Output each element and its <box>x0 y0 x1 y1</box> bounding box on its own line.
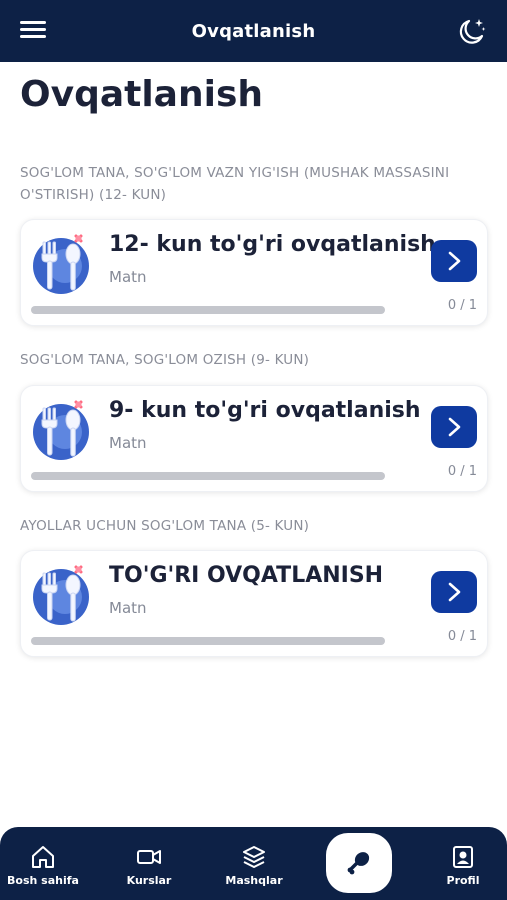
nav-label: Mashqlar <box>225 874 283 887</box>
nav-item-exercises[interactable]: Mashqlar <box>209 845 299 887</box>
nav-item-courses[interactable]: Kurslar <box>104 845 194 887</box>
card-title: 12- kun to'g'ri ovqatlanish <box>109 232 436 257</box>
progress-count: 0 / 1 <box>447 629 477 644</box>
chevron-right-icon <box>448 417 461 437</box>
nav-label: Kurslar <box>126 874 172 887</box>
profile-icon <box>453 846 473 868</box>
page-title: Ovqatlanish <box>20 74 263 115</box>
card-type: Matn <box>109 599 147 617</box>
home-icon <box>32 846 54 868</box>
header-title: Ovqatlanish <box>191 20 316 42</box>
layers-icon <box>243 846 265 868</box>
lesson-card[interactable]: TO'G'RI OVQATLANISH Matn 0 / 1 <box>20 550 488 657</box>
nav-item-nutrition[interactable] <box>326 833 392 893</box>
plate-cutlery-icon <box>33 565 89 625</box>
card-type: Matn <box>109 268 147 286</box>
open-lesson-button[interactable] <box>431 240 477 282</box>
open-lesson-button[interactable] <box>431 406 477 448</box>
plate-cutlery-icon <box>33 400 89 460</box>
lesson-card[interactable]: 12- kun to'g'ri ovqatlanish Matn 0 / 1 <box>20 219 488 326</box>
chevron-right-icon <box>448 251 461 271</box>
open-lesson-button[interactable] <box>431 571 477 613</box>
card-type: Matn <box>109 434 147 452</box>
lesson-card[interactable]: 9- kun to'g'ri ovqatlanish Matn 0 / 1 <box>20 385 488 492</box>
card-title: TO'G'RI OVQATLANISH <box>109 563 384 588</box>
top-bar: Ovqatlanish <box>0 0 507 62</box>
card-title: 9- kun to'g'ri ovqatlanish <box>109 398 421 423</box>
moon-stars-icon <box>459 19 486 44</box>
progress-bar <box>31 637 385 645</box>
progress-bar <box>31 306 385 314</box>
chevron-right-icon <box>448 582 461 602</box>
nav-label: Bosh sahifa <box>7 874 79 887</box>
drumstick-icon <box>347 852 370 875</box>
nav-label: Profil <box>446 874 480 887</box>
progress-bar <box>31 472 385 480</box>
bottom-navigation: Bosh sahifa Kurslar Mashqlar Profil <box>0 827 507 900</box>
section-label: SOG'LOM TANA, SOG'LOM OZISH (9- KUN) <box>20 352 310 368</box>
theme-toggle-button[interactable] <box>455 16 487 48</box>
hamburger-menu-icon <box>20 21 46 24</box>
menu-button[interactable] <box>20 18 50 44</box>
progress-count: 0 / 1 <box>447 298 477 313</box>
plate-cutlery-icon <box>33 234 89 294</box>
section-label: SOG'LOM TANA, SO'G'LOM VAZN YIG'ISH (MUS… <box>20 165 450 203</box>
section-label: AYOLLAR UCHUN SOG'LOM TANA (5- KUN) <box>20 518 310 534</box>
nav-item-home[interactable]: Bosh sahifa <box>0 845 88 887</box>
progress-count: 0 / 1 <box>447 464 477 479</box>
nav-item-profile[interactable]: Profil <box>418 845 507 887</box>
video-camera-icon <box>137 850 161 864</box>
